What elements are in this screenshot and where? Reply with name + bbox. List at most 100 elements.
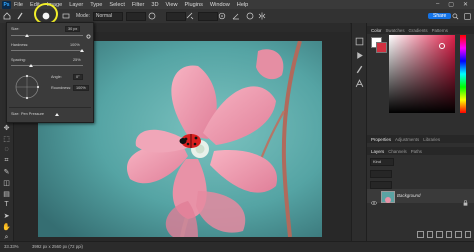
color-field[interactable] [389, 35, 455, 113]
type-tool-icon[interactable]: T [2, 200, 11, 209]
panel-icon-column [351, 23, 367, 241]
opacity-field[interactable] [126, 11, 146, 21]
menu-type[interactable]: Type [90, 2, 102, 8]
layer-kind-filter[interactable]: Kind [370, 158, 394, 166]
layers-footer-actions [417, 231, 471, 238]
angle-roundness-widget[interactable] [13, 73, 41, 101]
new-layer-icon[interactable] [455, 231, 462, 238]
brushes-panel-icon[interactable] [355, 61, 364, 74]
brush-tool-preset-icon[interactable] [16, 12, 24, 20]
pressure-size-icon[interactable] [246, 12, 254, 20]
size-field[interactable]: 30 px [65, 26, 81, 32]
angle-field[interactable]: 0° [73, 74, 83, 80]
actions-icon[interactable] [355, 47, 364, 59]
search-icon[interactable] [452, 12, 459, 20]
visibility-eye-icon[interactable] [371, 193, 377, 205]
path-selection-tool-icon[interactable]: ➤ [2, 211, 11, 220]
gradient-tool-icon[interactable]: ▤ [2, 189, 11, 198]
eraser-tool-icon[interactable]: ◫ [2, 178, 11, 187]
size-control-arrow[interactable] [55, 113, 59, 116]
gear-icon[interactable] [86, 26, 91, 39]
character-icon[interactable] [355, 75, 364, 88]
size-control-label: Size: [11, 112, 20, 116]
delete-layer-icon[interactable] [464, 231, 471, 238]
mode-dropdown[interactable]: Normal [92, 11, 123, 21]
hardness-label: Hardness: [11, 43, 29, 47]
color-picker-cursor[interactable] [439, 43, 445, 49]
tab-layers[interactable]: Layers [371, 149, 384, 154]
mode-label: Mode: [76, 13, 90, 19]
lasso-tool-icon[interactable]: ◌ [2, 145, 11, 154]
hardness-slider-thumb[interactable] [80, 49, 84, 52]
hardness-slider-track[interactable] [11, 50, 83, 51]
roundness-field[interactable]: 100% [73, 85, 89, 91]
zoom-level[interactable]: 33.33% [4, 244, 19, 249]
link-layers-icon[interactable] [417, 231, 424, 238]
new-group-icon[interactable] [445, 231, 452, 238]
lock-options[interactable] [370, 181, 392, 189]
smoothing-options-icon[interactable] [218, 12, 226, 20]
minimize-button[interactable]: – [436, 1, 439, 8]
symmetry-icon[interactable] [258, 12, 266, 20]
workspace-icon[interactable] [464, 12, 471, 20]
fx-icon[interactable] [426, 231, 433, 238]
menu-file[interactable]: File [14, 2, 23, 8]
menu-layer[interactable]: Layer [69, 2, 83, 8]
hand-tool-icon[interactable]: ✋ [2, 222, 11, 231]
maximize-button[interactable]: ▢ [448, 1, 454, 8]
menu-filter[interactable]: Filter [132, 2, 144, 8]
window-controls: – ▢ ✕ [436, 1, 468, 8]
pressure-opacity-icon[interactable] [148, 12, 156, 20]
tab-patterns[interactable]: Patterns [432, 28, 448, 33]
brush-settings-icon[interactable] [62, 12, 70, 20]
menu-select[interactable]: Select [109, 2, 125, 8]
layers-panel-tabs: Layers Channels Paths [367, 147, 474, 155]
add-mask-icon[interactable] [436, 231, 443, 238]
divider [9, 107, 91, 108]
menu-plugins[interactable]: Plugins [185, 2, 203, 8]
layer-thumbnail [381, 191, 395, 203]
tab-color[interactable]: Color [371, 28, 382, 33]
angle-icon[interactable] [232, 12, 240, 20]
move-tool-icon[interactable]: ✥ [2, 123, 11, 132]
blend-mode-dropdown[interactable] [370, 170, 392, 178]
flow-field[interactable] [166, 11, 186, 21]
brush-tool-icon[interactable]: ✎ [2, 167, 11, 176]
menu-view[interactable]: View [165, 2, 177, 8]
menu-help[interactable]: Help [237, 2, 249, 8]
lock-icon [463, 193, 468, 206]
share-button[interactable]: Share [428, 13, 452, 19]
tab-adjustments[interactable]: Adjustments [395, 137, 419, 142]
smoothing-field[interactable] [198, 11, 218, 21]
brush-preset-picker: Size: 30 px Hardness: 100% Spacing: 25% … [6, 22, 94, 123]
hue-slider[interactable] [460, 35, 466, 113]
size-slider-thumb[interactable] [25, 34, 29, 37]
angle-label: Angle: [51, 75, 62, 79]
size-slider-track[interactable] [11, 35, 83, 36]
properties-panel-tabs: Properties Adjustments Libraries [367, 135, 474, 143]
history-icon[interactable] [355, 33, 364, 46]
right-panels: Color Swatches Gradients Patterns Proper… [366, 23, 474, 241]
tab-swatches[interactable]: Swatches [386, 28, 405, 33]
crop-tool-icon[interactable]: ⌗ [2, 156, 11, 165]
marquee-tool-icon[interactable]: ⬚ [2, 134, 11, 143]
document-info[interactable]: 3992 px x 2560 px (72 ppi) [32, 244, 83, 249]
tab-libraries[interactable]: Libraries [423, 137, 440, 142]
airbrush-icon[interactable] [186, 12, 194, 20]
layer-row-background[interactable]: Background [367, 189, 474, 206]
tab-properties[interactable]: Properties [371, 137, 391, 142]
spacing-slider-thumb[interactable] [29, 64, 33, 67]
background-color-swatch[interactable] [376, 42, 387, 53]
status-bar: 33.33% 3992 px x 2560 px (72 ppi) [0, 241, 474, 252]
size-control-dropdown[interactable]: Pen Pressure [21, 112, 44, 116]
close-button[interactable]: ✕ [463, 1, 468, 8]
color-panel-tabs: Color Swatches Gradients Patterns [367, 26, 474, 34]
spacing-slider-track[interactable] [11, 65, 83, 66]
menu-window[interactable]: Window [210, 2, 230, 8]
tab-gradients[interactable]: Gradients [409, 28, 428, 33]
menu-3d[interactable]: 3D [151, 2, 158, 8]
tab-channels[interactable]: Channels [388, 149, 407, 154]
tab-paths[interactable]: Paths [411, 149, 422, 154]
home-icon[interactable] [3, 12, 11, 20]
spacing-value: 25% [73, 58, 81, 62]
